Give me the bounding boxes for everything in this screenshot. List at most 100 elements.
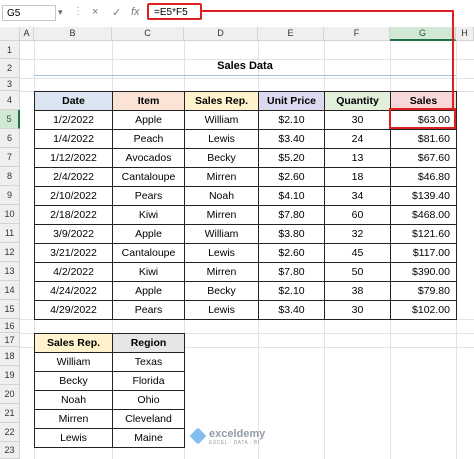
column-header-b[interactable]: B	[34, 27, 112, 41]
column-header-c[interactable]: C	[112, 27, 184, 41]
cell-item[interactable]: Cantaloupe	[112, 167, 185, 187]
cell-date[interactable]: 3/21/2022	[34, 243, 113, 263]
cell-region[interactable]: Texas	[112, 352, 185, 372]
row-header-8[interactable]: 8	[0, 167, 20, 186]
cell-unit-price[interactable]: $7.80	[258, 205, 325, 225]
select-all-corner[interactable]	[0, 27, 20, 41]
row-header-7[interactable]: 7	[0, 148, 20, 167]
cell-sales-rep[interactable]: Mirren	[34, 409, 113, 429]
cell-quantity[interactable]: 60	[324, 205, 391, 225]
cell-sales-rep[interactable]: Becky	[184, 148, 259, 168]
row-header-22[interactable]: 22	[0, 423, 20, 442]
cell-sales-rep[interactable]: Lewis	[34, 428, 113, 448]
cell-date[interactable]: 4/2/2022	[34, 262, 113, 282]
cell-date[interactable]: 1/2/2022	[34, 110, 113, 130]
column-header-f[interactable]: F	[324, 27, 390, 41]
column-header-h[interactable]: H	[456, 27, 474, 41]
cell-sales[interactable]: $102.00	[390, 300, 457, 320]
cell-sales-rep[interactable]: Mirren	[184, 205, 259, 225]
cell-unit-price[interactable]: $2.10	[258, 281, 325, 301]
enter-icon[interactable]: ✓	[112, 6, 121, 19]
cell-sales[interactable]: $468.00	[390, 205, 457, 225]
row-header-1[interactable]: 1	[0, 41, 20, 59]
cell-sales-rep[interactable]: Becky	[184, 281, 259, 301]
cell-sales[interactable]: $81.60	[390, 129, 457, 149]
cell-date[interactable]: 4/29/2022	[34, 300, 113, 320]
cell-sales-rep[interactable]: Noah	[34, 390, 113, 410]
cell-sales-rep[interactable]: Lewis	[184, 129, 259, 149]
cell-item[interactable]: Apple	[112, 281, 185, 301]
cell-date[interactable]: 3/9/2022	[34, 224, 113, 244]
cell-item[interactable]: Kiwi	[112, 262, 185, 282]
cell-item[interactable]: Apple	[112, 110, 185, 130]
cell-sales[interactable]: $390.00	[390, 262, 457, 282]
cell-item[interactable]: Avocados	[112, 148, 185, 168]
header-item[interactable]: Item	[112, 91, 185, 111]
cell-sales-rep[interactable]: William	[184, 110, 259, 130]
cell-quantity[interactable]: 32	[324, 224, 391, 244]
cell-region[interactable]: Cleveland	[112, 409, 185, 429]
cell-sales-rep[interactable]: Mirren	[184, 167, 259, 187]
row-header-4[interactable]: 4	[0, 91, 20, 110]
cell-sales-rep[interactable]: Lewis	[184, 300, 259, 320]
cell-item[interactable]: Cantaloupe	[112, 243, 185, 263]
cell-unit-price[interactable]: $2.10	[258, 110, 325, 130]
row-header-17[interactable]: 17	[0, 333, 20, 347]
row-header-18[interactable]: 18	[0, 347, 20, 366]
cell-date[interactable]: 2/10/2022	[34, 186, 113, 206]
header-date[interactable]: Date	[34, 91, 113, 111]
header-region[interactable]: Region	[112, 333, 185, 353]
cell-unit-price[interactable]: $3.40	[258, 129, 325, 149]
cell-item[interactable]: Peach	[112, 129, 185, 149]
cell-date[interactable]: 1/12/2022	[34, 148, 113, 168]
row-header-11[interactable]: 11	[0, 224, 20, 243]
cell-sales-rep[interactable]: William	[34, 352, 113, 372]
cell-sales-rep[interactable]: Mirren	[184, 262, 259, 282]
cell-quantity[interactable]: 30	[324, 110, 391, 130]
row-header-19[interactable]: 19	[0, 366, 20, 385]
row-header-14[interactable]: 14	[0, 281, 20, 300]
cell-sales[interactable]: $46.80	[390, 167, 457, 187]
row-header-5[interactable]: 5	[0, 110, 20, 129]
cell-item[interactable]: Apple	[112, 224, 185, 244]
cell-unit-price[interactable]: $2.60	[258, 167, 325, 187]
cell-unit-price[interactable]: $2.60	[258, 243, 325, 263]
row-header-21[interactable]: 21	[0, 404, 20, 423]
cell-item[interactable]: Kiwi	[112, 205, 185, 225]
cell-date[interactable]: 2/4/2022	[34, 167, 113, 187]
cell-quantity[interactable]: 45	[324, 243, 391, 263]
header-quantity[interactable]: Quantity	[324, 91, 391, 111]
header-unit-price[interactable]: Unit Price	[258, 91, 325, 111]
cell-date[interactable]: 1/4/2022	[34, 129, 113, 149]
row-header-23[interactable]: 23	[0, 442, 20, 459]
column-header-e[interactable]: E	[258, 27, 324, 41]
cell-region[interactable]: Maine	[112, 428, 185, 448]
header-sales-rep[interactable]: Sales Rep.	[34, 333, 113, 353]
cell-unit-price[interactable]: $5.20	[258, 148, 325, 168]
cell-quantity[interactable]: 18	[324, 167, 391, 187]
cell-quantity[interactable]: 38	[324, 281, 391, 301]
cell-region[interactable]: Ohio	[112, 390, 185, 410]
name-box[interactable]: G5	[2, 5, 56, 21]
cell-item[interactable]: Pears	[112, 186, 185, 206]
column-header-g[interactable]: G	[390, 27, 456, 41]
cell-sales-rep[interactable]: William	[184, 224, 259, 244]
row-header-12[interactable]: 12	[0, 243, 20, 262]
row-header-2[interactable]: 2	[0, 59, 20, 78]
column-header-a[interactable]: A	[20, 27, 34, 41]
cell-region[interactable]: Florida	[112, 371, 185, 391]
row-header-6[interactable]: 6	[0, 129, 20, 148]
cell-sales-rep[interactable]: Noah	[184, 186, 259, 206]
cell-sales[interactable]: $139.40	[390, 186, 457, 206]
row-header-13[interactable]: 13	[0, 262, 20, 281]
cell-unit-price[interactable]: $7.80	[258, 262, 325, 282]
cell-sales[interactable]: $121.60	[390, 224, 457, 244]
name-box-dropdown-icon[interactable]: ▾	[58, 7, 63, 18]
cell-sales-rep[interactable]: Becky	[34, 371, 113, 391]
cell-quantity[interactable]: 50	[324, 262, 391, 282]
cell-sales[interactable]: $117.00	[390, 243, 457, 263]
insert-function-icon[interactable]: fx	[131, 6, 140, 18]
cell-unit-price[interactable]: $3.80	[258, 224, 325, 244]
cell-quantity[interactable]: 24	[324, 129, 391, 149]
cell-sales[interactable]: $67.60	[390, 148, 457, 168]
